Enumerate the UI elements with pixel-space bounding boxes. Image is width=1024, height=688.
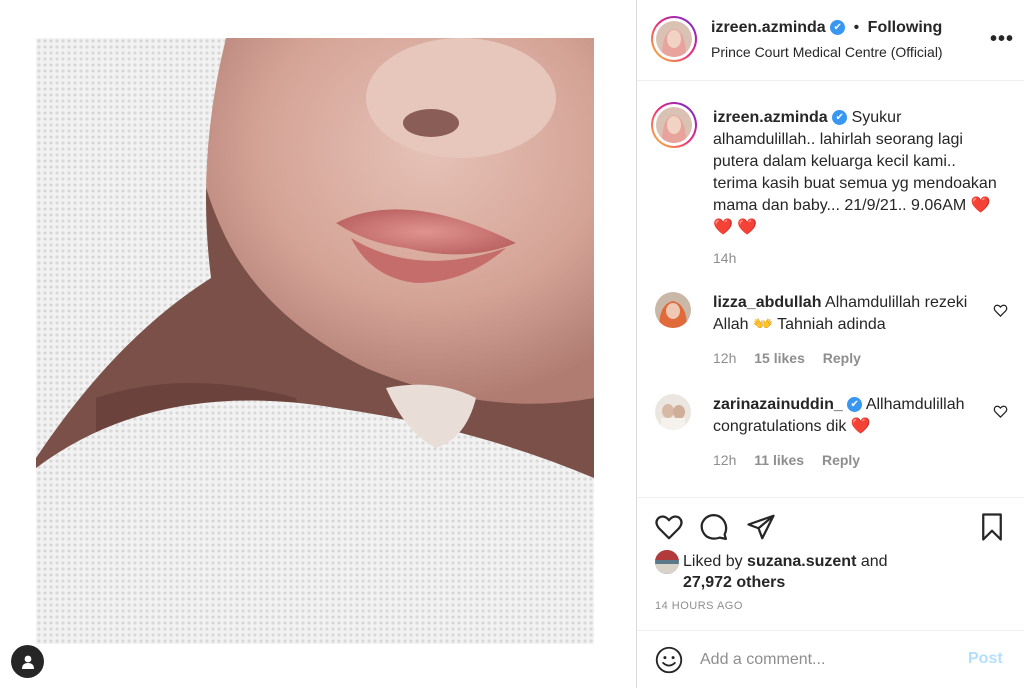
post-location[interactable]: Prince Court Medical Centre (Official) xyxy=(711,44,943,60)
liked-by-conjunction: and xyxy=(860,553,888,570)
verified-badge-icon: ✔ xyxy=(830,20,846,36)
comment-username[interactable]: lizza_abdullah xyxy=(713,294,821,311)
avatar-image xyxy=(656,21,692,57)
comment-2-meta: 12h 11 likes Reply xyxy=(713,452,874,468)
liked-by-prefix: Liked by xyxy=(683,553,743,570)
avatar-image xyxy=(655,292,691,328)
header-user-line: izreen.azminda ✔ • Following xyxy=(711,19,942,37)
comment-username[interactable]: zarinazainuddin_ xyxy=(713,396,843,413)
author-avatar[interactable] xyxy=(656,21,692,57)
more-horizontal-icon[interactable]: ••• xyxy=(990,28,1014,51)
caption-author-ring[interactable] xyxy=(651,102,697,148)
media-pane xyxy=(0,0,636,688)
caption-username[interactable]: izreen.azminda xyxy=(713,109,828,126)
author-story-ring[interactable] xyxy=(651,16,697,62)
comment-like-heart-icon[interactable] xyxy=(993,303,1008,318)
comment-2: zarinazainuddin_ ✔ Allhamdulillah congra… xyxy=(713,394,983,438)
liker-avatar[interactable] xyxy=(655,550,679,574)
comment-1-meta: 12h 15 likes Reply xyxy=(713,350,875,366)
comments-list[interactable]: izreen.azminda ✔ Syukur alhamdulillah.. … xyxy=(637,82,1024,496)
avatar-image xyxy=(656,107,692,143)
viewer-avatar[interactable] xyxy=(11,645,44,678)
smiley-face-icon[interactable] xyxy=(655,646,683,674)
verified-badge-icon: ✔ xyxy=(832,110,848,126)
post-comment-button[interactable]: Post xyxy=(968,650,1003,668)
liked-by-summary: Liked by suzana.suzent and 27,972 others xyxy=(683,551,943,593)
avatar-image xyxy=(655,550,679,574)
comment-1: lizza_abdullah Alhamdulillah rezeki Alla… xyxy=(713,292,983,336)
reply-button[interactable]: Reply xyxy=(822,452,860,468)
follow-status-button[interactable]: Following xyxy=(868,19,943,36)
caption-age[interactable]: 14h xyxy=(713,250,736,266)
likes-count-link[interactable]: 27,972 others xyxy=(683,574,785,591)
heart-outline-icon[interactable] xyxy=(654,512,684,542)
post-photo[interactable] xyxy=(36,38,594,644)
reply-button[interactable]: Reply xyxy=(823,350,861,366)
comment-likes[interactable]: 11 likes xyxy=(754,452,804,468)
liker-username[interactable]: suzana.suzent xyxy=(747,553,856,570)
comment-bubble-icon[interactable] xyxy=(699,512,729,542)
person-icon xyxy=(21,655,34,669)
avatar-image xyxy=(655,394,691,430)
post-header: izreen.azminda ✔ • Following Prince Cour… xyxy=(637,0,1024,81)
post-side-panel: izreen.azminda ✔ • Following Prince Cour… xyxy=(636,0,1024,688)
author-username[interactable]: izreen.azminda xyxy=(711,19,826,36)
newborn-photo-illustration xyxy=(36,38,594,644)
post-timestamp[interactable]: 14 HOURS AGO xyxy=(655,600,743,612)
verified-badge-icon: ✔ xyxy=(847,397,863,413)
comment-age[interactable]: 12h xyxy=(713,350,736,366)
commenter-avatar[interactable] xyxy=(655,292,691,328)
comment-likes[interactable]: 15 likes xyxy=(754,350,805,366)
commenter-avatar[interactable] xyxy=(655,394,691,430)
comment-like-heart-icon[interactable] xyxy=(993,404,1008,419)
caption: izreen.azminda ✔ Syukur alhamdulillah.. … xyxy=(713,107,1003,239)
separator-dot: • xyxy=(853,19,860,36)
paper-plane-icon[interactable] xyxy=(746,512,776,542)
comment-composer: Post xyxy=(637,630,1024,688)
comment-age[interactable]: 12h xyxy=(713,452,736,468)
caption-text: Syukur alhamdulillah.. lahirlah seorang … xyxy=(713,109,997,236)
bookmark-icon[interactable] xyxy=(977,512,1007,542)
caption-author-avatar[interactable] xyxy=(656,107,692,143)
comment-input[interactable] xyxy=(700,649,950,671)
